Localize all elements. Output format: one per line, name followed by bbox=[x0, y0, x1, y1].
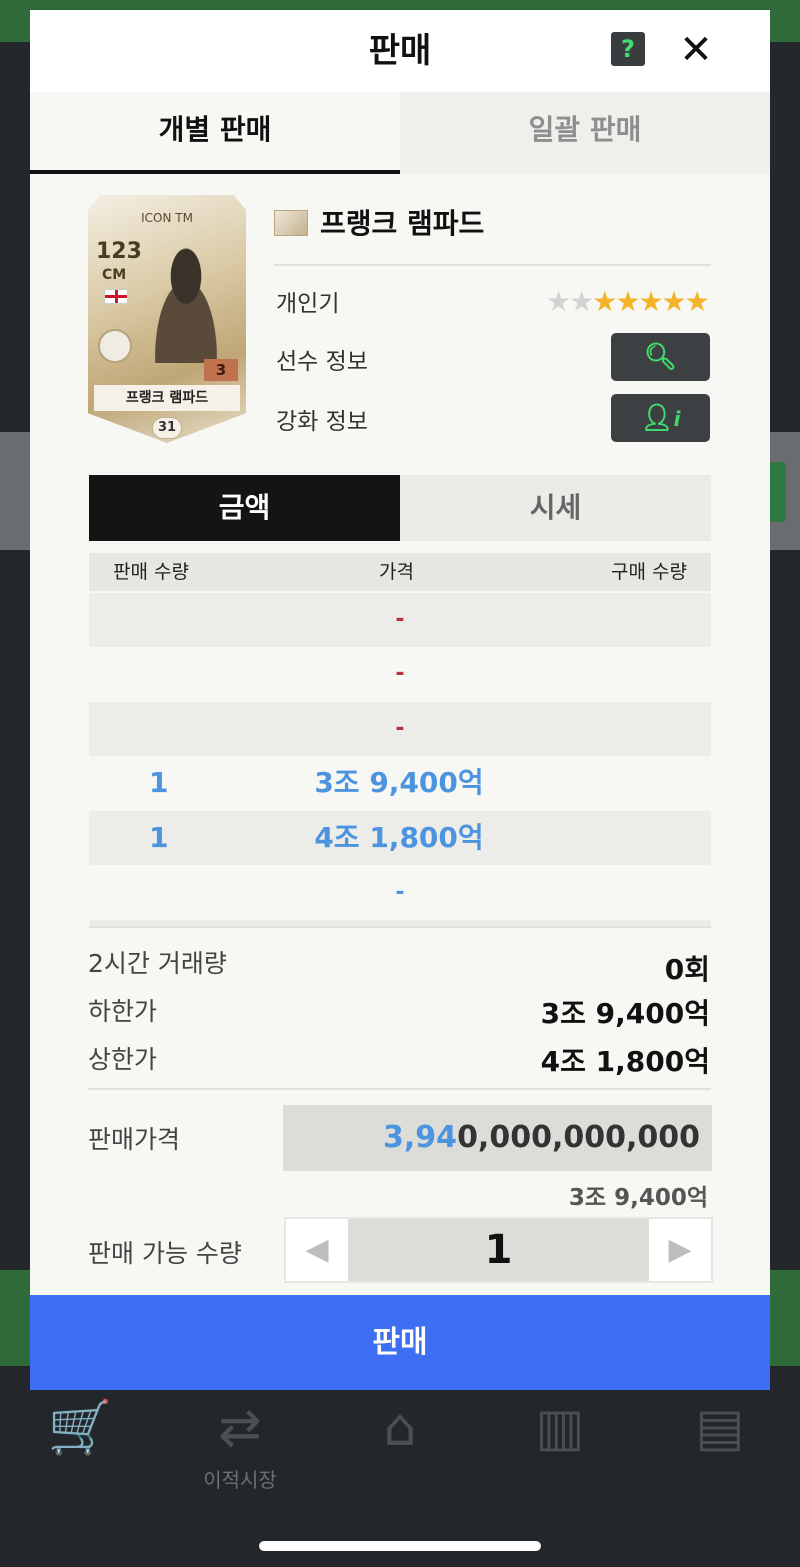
card-player-name: 프랭크 램파드 bbox=[94, 385, 240, 411]
max-price-value: 4조 1,800억 bbox=[540, 1045, 710, 1078]
tab-price[interactable]: 금액 bbox=[89, 475, 400, 541]
nav-transfer-market-label: 이적시장 bbox=[203, 1468, 277, 1492]
transfer-arrows-icon: ⇄ bbox=[218, 1398, 262, 1458]
row-price: - bbox=[395, 661, 405, 686]
min-price-value: 3조 9,400억 bbox=[540, 997, 710, 1030]
row-sell-qty: 1 bbox=[149, 766, 169, 799]
table-row[interactable]: 1 3조 9,400억 bbox=[89, 756, 711, 810]
nav-club[interactable]: ▤ bbox=[660, 1396, 780, 1460]
table-row[interactable]: - bbox=[89, 593, 711, 647]
popularity-stars: ★★★★★★★ bbox=[546, 285, 710, 318]
row-price: 3조 9,400억 bbox=[314, 766, 484, 799]
star-icon: ★ bbox=[638, 285, 663, 318]
sell-price-label: 판매가격 bbox=[88, 1125, 181, 1154]
player-name: 프랭크 램파드 bbox=[320, 207, 485, 240]
nav-home[interactable]: ⌂ bbox=[340, 1396, 460, 1460]
home-indicator bbox=[259, 1541, 541, 1551]
sell-price-readable: 3조 9,400억 bbox=[568, 1185, 708, 1211]
sell-modal: 판매 ? ✕ 개별 판매 일괄 판매 ICON TM 123 CM 3 프랭크 … bbox=[30, 10, 770, 1390]
max-price-label: 상한가 bbox=[88, 1045, 158, 1074]
player-info-button[interactable]: 🔍︎ bbox=[611, 333, 710, 381]
player-photo bbox=[138, 239, 234, 363]
field-icon: ▥ bbox=[535, 1398, 585, 1458]
cart-icon: 🛒 bbox=[47, 1398, 113, 1458]
sell-price-value: 3,940,000,000,000 bbox=[383, 1105, 700, 1171]
player-card: ICON TM 123 CM 3 프랭크 램파드 31 bbox=[88, 195, 246, 443]
sell-button[interactable]: 판매 bbox=[30, 1295, 770, 1390]
star-icon: ★ bbox=[661, 285, 687, 318]
nav-transfer-market[interactable]: ⇄ 이적시장 bbox=[180, 1396, 300, 1493]
upgrade-info-button[interactable]: 👤︎i bbox=[611, 394, 710, 442]
quantity-value: 1 bbox=[484, 1227, 513, 1273]
quantity-stepper: ◀ 1 ▶ bbox=[284, 1217, 713, 1283]
table-footer bbox=[89, 920, 711, 928]
order-table-header: 판매 수량 가격 구매 수량 bbox=[89, 553, 711, 591]
row-price: 4조 1,800억 bbox=[314, 821, 484, 854]
player-info-label: 선수 정보 bbox=[276, 349, 368, 375]
star-icon: ★ bbox=[684, 285, 710, 318]
card-tier: ICON TM bbox=[141, 211, 193, 225]
header-sell-qty: 판매 수량 bbox=[113, 561, 189, 583]
briefcase-icon: ▤ bbox=[695, 1398, 745, 1458]
nav-squad[interactable]: ▥ bbox=[500, 1396, 620, 1460]
row-price: - bbox=[395, 716, 405, 741]
icon-badge-icon bbox=[98, 329, 132, 363]
card-position: CM bbox=[102, 267, 127, 283]
min-price-label: 하한가 bbox=[88, 997, 158, 1026]
header-buy-qty: 구매 수량 bbox=[611, 561, 687, 583]
divider bbox=[88, 1088, 711, 1090]
modal-header: 판매 ? ✕ bbox=[30, 10, 770, 92]
modal-title: 판매 bbox=[368, 31, 432, 71]
volume-label: 2시간 거래량 bbox=[88, 949, 227, 978]
row-sell-qty: 1 bbox=[149, 821, 169, 854]
season-icon bbox=[274, 210, 308, 236]
increase-button[interactable]: ▶ bbox=[649, 1219, 711, 1281]
decrease-button[interactable]: ◀ bbox=[286, 1219, 348, 1281]
user-info-icon: 👤︎i bbox=[640, 403, 681, 433]
row-price: - bbox=[395, 880, 405, 905]
home-icon: ⌂ bbox=[383, 1398, 417, 1458]
sell-mode-tabs: 개별 판매 일괄 판매 bbox=[30, 92, 770, 174]
star-icon: ★ bbox=[592, 285, 617, 318]
quantity-label: 판매 가능 수량 bbox=[88, 1239, 242, 1268]
table-row[interactable]: 1 4조 1,800억 bbox=[89, 811, 711, 865]
sell-price-input[interactable]: 3,940,000,000,000 bbox=[283, 1105, 712, 1171]
close-button[interactable]: ✕ bbox=[676, 30, 716, 70]
card-number: 31 bbox=[152, 417, 182, 439]
england-flag-icon bbox=[104, 289, 128, 304]
tab-individual-sell[interactable]: 개별 판매 bbox=[30, 92, 400, 174]
star-icon: ★ bbox=[569, 285, 594, 318]
star-icon: ★ bbox=[546, 285, 571, 318]
header-price: 가격 bbox=[379, 561, 414, 583]
volume-value: 0회 bbox=[664, 953, 710, 986]
table-row[interactable]: - bbox=[89, 647, 711, 701]
sell-price-highlight: 3,94 bbox=[383, 1120, 458, 1155]
table-row[interactable]: - bbox=[89, 702, 711, 756]
popularity-label: 개인기 bbox=[276, 291, 340, 317]
help-button[interactable]: ? bbox=[611, 32, 645, 66]
tab-market-rate[interactable]: 시세 bbox=[400, 475, 711, 541]
card-ovr: 123 bbox=[96, 239, 142, 264]
search-icon: 🔍︎ bbox=[643, 342, 677, 372]
tab-bulk-sell[interactable]: 일괄 판매 bbox=[400, 92, 770, 174]
row-price: - bbox=[395, 607, 405, 632]
bottom-nav: 🛒 ⇄ 이적시장 ⌂ ▥ ▤ bbox=[0, 1366, 800, 1567]
table-row[interactable]: - bbox=[89, 866, 711, 920]
nav-shop[interactable]: 🛒 bbox=[20, 1396, 140, 1460]
sell-price-rest: 0,000,000,000 bbox=[457, 1120, 700, 1155]
divider bbox=[274, 264, 711, 266]
card-level: 3 bbox=[204, 359, 238, 381]
star-icon: ★ bbox=[615, 285, 640, 318]
upgrade-info-label: 강화 정보 bbox=[276, 409, 368, 435]
